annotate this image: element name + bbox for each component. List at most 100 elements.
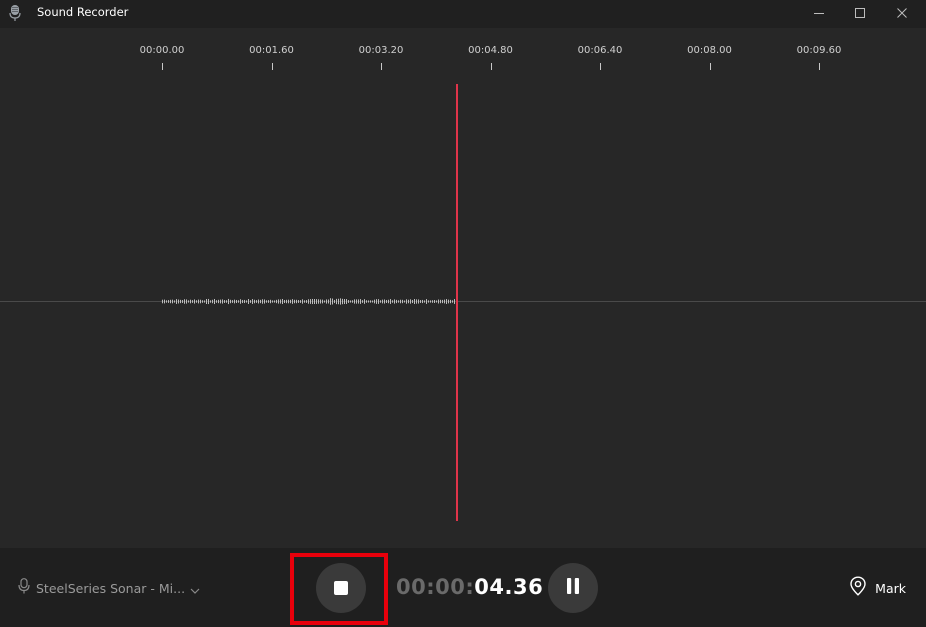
waveform-bar: [170, 299, 171, 304]
waveform-bar: [230, 299, 231, 304]
waveform-bar: [226, 300, 227, 303]
waveform-bar: [270, 299, 271, 304]
waveform-bar: [346, 299, 347, 304]
waveform-bar: [324, 300, 325, 303]
waveform-bar: [452, 300, 453, 303]
pause-button[interactable]: [548, 563, 598, 613]
waveform-bar: [244, 299, 245, 304]
waveform-bar: [382, 299, 383, 304]
waveform-bar: [240, 299, 241, 304]
waveform-bar: [374, 299, 375, 304]
waveform-bar: [416, 299, 417, 304]
microphone-app-icon: [9, 4, 21, 22]
waveform-bar: [314, 299, 315, 304]
waveform-bar: [250, 300, 251, 303]
waveform-bar: [232, 300, 233, 303]
waveform-bar: [368, 300, 369, 303]
waveform-bar: [356, 299, 357, 304]
mark-button[interactable]: Mark: [849, 576, 906, 599]
waveform-bar: [302, 299, 303, 304]
waveform-bar: [288, 299, 289, 304]
waveform-bar: [272, 300, 273, 303]
waveform-bar: [326, 299, 327, 304]
waveform-bar: [178, 299, 179, 304]
close-button[interactable]: [882, 0, 922, 26]
waveform-bar: [304, 300, 305, 303]
waveform-bar: [208, 298, 209, 305]
waveform-bar: [398, 300, 399, 303]
waveform-bar: [254, 299, 255, 304]
timeline-tick-label: 00:03.20: [358, 45, 404, 56]
control-bar: SteelSeries Sonar - Mi... 00:00:04.36 Ma…: [0, 548, 926, 627]
app-title: Sound Recorder: [37, 5, 129, 19]
maximize-button[interactable]: [840, 0, 880, 26]
waveform-bar: [394, 299, 395, 304]
timeline-tick-mark: [381, 63, 382, 70]
waveform-bar: [352, 300, 353, 303]
waveform-bar: [348, 300, 349, 303]
waveform-bar: [182, 300, 183, 303]
mark-label: Mark: [875, 580, 906, 596]
waveform-bar: [212, 299, 213, 304]
waveform-bar: [276, 299, 277, 304]
timeline-tick-mark: [271, 63, 273, 70]
waveform-bar: [414, 299, 415, 304]
stop-button[interactable]: [316, 563, 366, 613]
minimize-icon: [814, 8, 824, 18]
waveform-bar: [336, 298, 337, 305]
timer-hours-minutes: 00:00:: [396, 575, 475, 599]
timeline-tick-mark: [709, 63, 711, 70]
waveform-bar: [372, 300, 373, 303]
waveform-bar: [274, 300, 275, 303]
waveform-bar: [342, 298, 343, 305]
waveform-bar: [410, 299, 411, 304]
waveform-bar: [306, 300, 307, 303]
waveform-bar: [188, 300, 189, 303]
waveform-bar: [168, 300, 169, 303]
waveform-bar: [206, 298, 207, 305]
waveform-bar: [210, 300, 211, 303]
waveform-bar: [418, 299, 419, 304]
waveform-bar: [318, 299, 319, 304]
timeline-tick-mark: [490, 63, 492, 70]
waveform-bar: [198, 299, 199, 304]
waveform-bar: [334, 299, 335, 304]
waveform-bar: [172, 299, 173, 304]
waveform-bar: [444, 299, 445, 304]
waveform-bar: [286, 299, 287, 304]
waveform-bar: [236, 299, 237, 304]
input-device-selector[interactable]: SteelSeries Sonar - Mi...: [18, 578, 200, 598]
waveform-bar: [292, 299, 293, 304]
waveform-bar: [448, 299, 449, 304]
sound-recorder-window: Sound Recorder 00:00.00 00:01.60 00:03.20 0…: [0, 0, 926, 627]
waveform-bar: [258, 299, 259, 304]
waveform-bar: [360, 299, 361, 304]
playhead[interactable]: [456, 84, 458, 521]
timeline-tick-mark: [600, 63, 601, 70]
waveform-bar: [396, 299, 397, 304]
waveform-area: [0, 78, 926, 548]
timeline-ruler: 00:00.00 00:01.60 00:03.20 00:04.80 00:06.40…: [0, 28, 926, 78]
waveform: [162, 298, 455, 305]
waveform-bar: [278, 299, 279, 304]
waveform-bar: [312, 298, 313, 305]
waveform-bar: [404, 300, 405, 303]
waveform-bar: [454, 299, 455, 304]
waveform-bar: [298, 300, 299, 303]
waveform-bar: [216, 300, 217, 303]
waveform-bar: [296, 299, 297, 304]
input-device-label: SteelSeries Sonar - Mi...: [36, 580, 186, 596]
waveform-bar: [350, 300, 351, 303]
waveform-bar: [380, 300, 381, 303]
waveform-bar: [308, 299, 309, 304]
waveform-bar: [222, 299, 223, 304]
waveform-bar: [434, 300, 435, 303]
waveform-bar: [376, 299, 377, 304]
waveform-bar: [166, 300, 167, 303]
waveform-bar: [428, 300, 429, 303]
waveform-bar: [446, 299, 447, 304]
waveform-bar: [294, 299, 295, 304]
waveform-bar: [174, 300, 175, 303]
minimize-button[interactable]: [799, 0, 839, 26]
microphone-icon: [18, 578, 30, 598]
